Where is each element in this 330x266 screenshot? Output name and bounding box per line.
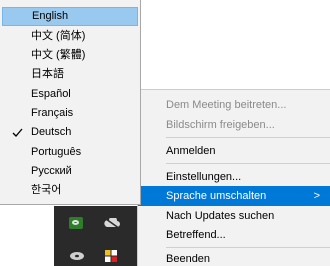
menu-item-settings[interactable]: Einstellungen... <box>138 167 330 187</box>
disc-icon[interactable] <box>69 251 85 261</box>
language-item-japanese[interactable]: 日本語 <box>2 65 138 84</box>
menu-item-switch-language[interactable]: Sprache umschalten > <box>138 186 330 206</box>
system-tray <box>54 206 146 266</box>
language-item-russian[interactable]: Русский <box>2 162 138 181</box>
language-label: Русский <box>31 165 72 177</box>
language-label: Deutsch <box>31 126 72 138</box>
language-item-chinese-traditional[interactable]: 中文 (繁體) <box>2 46 138 65</box>
language-item-korean[interactable]: 한국어 <box>2 181 138 200</box>
language-label: 中文 (简体) <box>31 30 86 42</box>
chevron-right-icon: > <box>313 190 320 202</box>
menu-separator <box>166 163 330 164</box>
language-item-german[interactable]: Deutsch <box>2 123 138 142</box>
language-item-english[interactable]: English <box>2 7 138 26</box>
nvidia-icon[interactable] <box>69 217 83 229</box>
menu-item-share-screen[interactable]: Bildschirm freigeben... <box>138 115 330 135</box>
menu-separator <box>166 247 330 248</box>
language-label: Español <box>31 88 71 100</box>
switch-language-label: Sprache umschalten <box>166 190 267 202</box>
language-label: Français <box>31 107 74 119</box>
language-label: Português <box>31 146 82 158</box>
menu-item-sign-in[interactable]: Anmelden <box>138 141 330 161</box>
cloud-sync-icon[interactable] <box>103 218 121 228</box>
menu-item-join-meeting[interactable]: Dem Meeting beitreten... <box>138 95 330 115</box>
menu-item-about[interactable]: Betreffend... <box>138 225 330 245</box>
language-label: 中文 (繁體) <box>31 49 86 61</box>
language-submenu: English 中文 (简体) 中文 (繁體) 日本語 Español Fran… <box>0 0 141 205</box>
language-item-french[interactable]: Français <box>2 104 138 123</box>
language-label: 한국어 <box>31 184 62 196</box>
language-label: 日本語 <box>31 68 64 80</box>
language-label: English <box>32 10 69 22</box>
language-item-spanish[interactable]: Español <box>2 85 138 104</box>
checkmark-icon <box>12 128 23 137</box>
language-item-chinese-simplified[interactable]: 中文 (简体) <box>2 27 138 46</box>
tray-context-menu: Dem Meeting beitreten... Bildschirm frei… <box>137 89 330 266</box>
language-item-portuguese[interactable]: Português <box>2 143 138 162</box>
menu-item-check-updates[interactable]: Nach Updates suchen <box>138 206 330 226</box>
security-shield-icon[interactable] <box>103 249 119 263</box>
menu-item-quit[interactable]: Beenden <box>138 249 330 266</box>
menu-separator <box>166 137 330 138</box>
